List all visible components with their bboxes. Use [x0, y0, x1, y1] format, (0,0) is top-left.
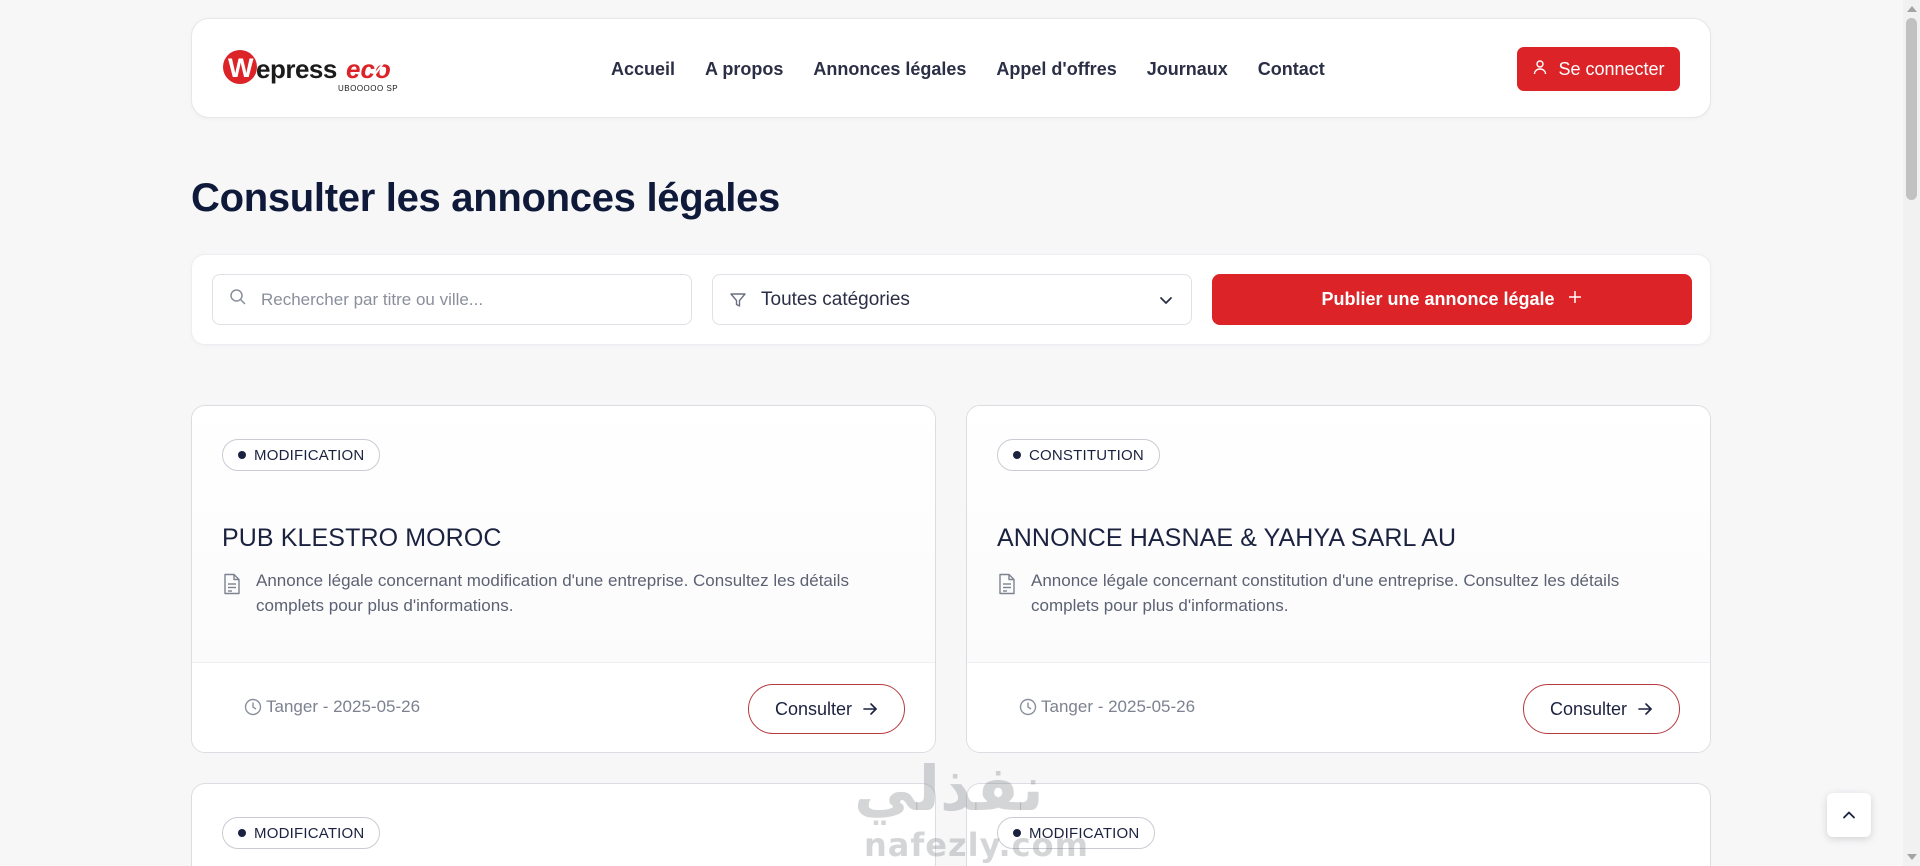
clock-icon: [244, 698, 262, 716]
card-description: Annonce légale concernant constitution d…: [997, 568, 1677, 618]
announcement-card: MODIFICATION PUB KLESTRO MOROC Annonce l…: [191, 405, 936, 753]
category-badge: MODIFICATION: [222, 817, 381, 849]
scrollbar-thumb[interactable]: [1906, 18, 1917, 200]
category-badge-label: MODIFICATION: [1029, 824, 1140, 842]
chevron-down-icon: [1160, 296, 1172, 304]
announcement-card: CONSTITUTION ANNONCE HASNAE & YAHYA SARL…: [966, 405, 1711, 753]
card-description-text: Annonce légale concernant modification d…: [256, 571, 849, 615]
publish-announcement-button[interactable]: Publier une annonce légale: [1212, 274, 1692, 325]
dot-icon: [1013, 829, 1021, 837]
consult-button[interactable]: Consulter: [1523, 684, 1680, 734]
search-box: [212, 274, 692, 325]
document-icon: [999, 573, 1015, 595]
main-nav: Accueil A propos Annonces légales Appel …: [611, 19, 1325, 119]
announcement-card: MODIFICATION: [191, 783, 936, 866]
svg-text:W: W: [228, 53, 254, 83]
nav-annonces-legales[interactable]: Annonces légales: [813, 59, 966, 80]
card-title: ANNONCE HASNAE & YAHYA SARL AU: [997, 524, 1457, 552]
category-badge-label: MODIFICATION: [254, 824, 365, 842]
scroll-down-arrow-icon[interactable]: [1907, 854, 1917, 860]
card-location-date: Tanger - 2025-05-26: [266, 697, 421, 716]
nav-appel-doffres[interactable]: Appel d'offres: [996, 59, 1116, 80]
filter-icon: [730, 292, 746, 307]
category-badge-label: MODIFICATION: [254, 446, 365, 464]
user-icon: [1532, 59, 1548, 80]
search-icon: [229, 288, 247, 311]
scroll-up-arrow-icon[interactable]: [1907, 6, 1917, 12]
wepress-eco-logo[interactable]: W epress eco UBOOOOO SP: [222, 47, 402, 97]
nav-journaux[interactable]: Journaux: [1147, 59, 1228, 80]
login-label: Se connecter: [1558, 58, 1665, 79]
category-badge-label: CONSTITUTION: [1029, 446, 1144, 464]
category-badge: CONSTITUTION: [997, 439, 1160, 471]
category-select[interactable]: Toutes catégories: [712, 274, 1192, 325]
nav-a-propos[interactable]: A propos: [705, 59, 783, 80]
dot-icon: [1013, 451, 1021, 459]
publish-label: Publier une annonce légale: [1321, 289, 1555, 309]
svg-text:UBOOOOO SP: UBOOOOO SP: [338, 84, 398, 93]
page-scrollbar[interactable]: [1903, 0, 1920, 866]
card-description: Annonce légale concernant modification d…: [222, 568, 902, 618]
arrow-right-icon: [863, 703, 877, 715]
card-meta: Tanger - 2025-05-26: [244, 697, 420, 717]
scroll-to-top-button[interactable]: [1827, 793, 1871, 837]
consult-label: Consulter: [774, 698, 853, 719]
svg-text:eco: eco: [346, 54, 391, 84]
nav-contact[interactable]: Contact: [1258, 59, 1325, 80]
card-location-date: Tanger - 2025-05-26: [1041, 697, 1196, 716]
announcement-card: MODIFICATION: [966, 783, 1711, 866]
consult-label: Consulter: [1549, 698, 1628, 719]
card-title: PUB KLESTRO MOROC: [222, 524, 502, 552]
nav-accueil[interactable]: Accueil: [611, 59, 675, 80]
page-title: Consulter les annonces légales: [191, 176, 780, 220]
plus-icon: [1567, 289, 1583, 310]
chevron-up-icon: [1843, 811, 1855, 819]
clock-icon: [1019, 698, 1037, 716]
consult-button[interactable]: Consulter: [748, 684, 905, 734]
card-footer: Tanger - 2025-05-26 Consulter: [967, 662, 1710, 752]
arrow-right-icon: [1638, 703, 1652, 715]
dot-icon: [238, 829, 246, 837]
filter-bar: Toutes catégories Publier une annonce lé…: [191, 254, 1711, 345]
card-description-text: Annonce légale concernant constitution d…: [1031, 571, 1620, 615]
site-header: W epress eco UBOOOOO SP Accueil A propos…: [191, 18, 1711, 118]
category-badge: MODIFICATION: [222, 439, 381, 471]
card-footer: Tanger - 2025-05-26 Consulter: [192, 662, 935, 752]
login-button[interactable]: Se connecter: [1517, 47, 1680, 91]
dot-icon: [238, 451, 246, 459]
category-badge: MODIFICATION: [997, 817, 1156, 849]
document-icon: [224, 573, 240, 595]
card-body: MODIFICATION PUB KLESTRO MOROC Annonce l…: [192, 406, 935, 662]
search-input[interactable]: [261, 289, 661, 310]
card-body: CONSTITUTION ANNONCE HASNAE & YAHYA SARL…: [967, 406, 1710, 662]
category-value: Toutes catégories: [761, 288, 910, 310]
svg-text:epress: epress: [256, 54, 337, 84]
card-meta: Tanger - 2025-05-26: [1019, 697, 1195, 717]
